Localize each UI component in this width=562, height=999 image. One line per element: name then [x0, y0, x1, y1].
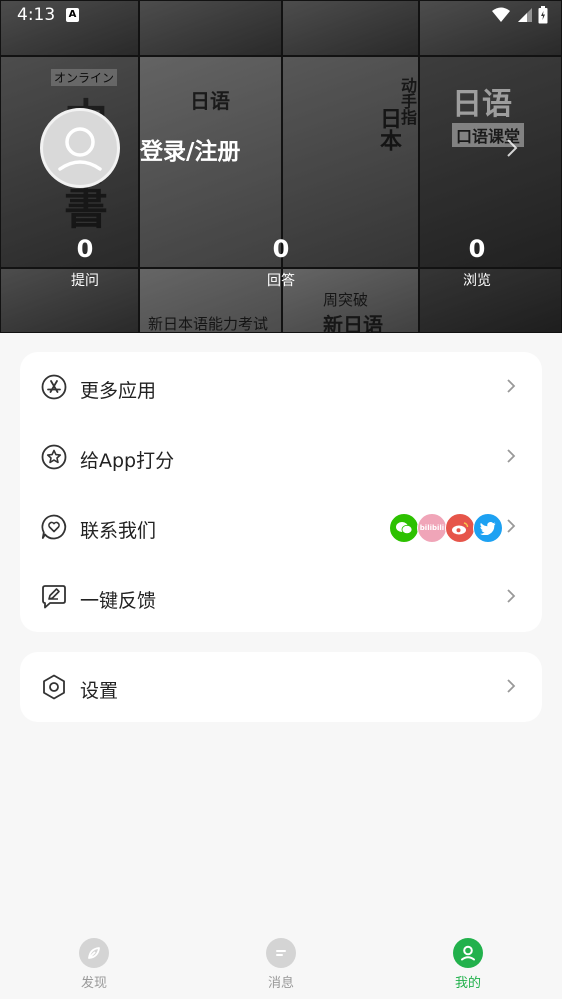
wechat-icon[interactable]	[389, 513, 419, 543]
app-store-icon	[41, 374, 67, 400]
user-icon	[453, 938, 483, 968]
stat-answers[interactable]: 0 回答	[241, 236, 321, 290]
bottom-navigation: 发现 消息 我的	[0, 928, 562, 999]
feedback-icon	[42, 585, 66, 609]
menu-item-label: 设置	[80, 680, 119, 702]
chevron-right-icon	[507, 589, 516, 603]
menu-item-label: 给App打分	[80, 450, 175, 472]
menu-item-more-apps[interactable]: 更多应用	[20, 352, 542, 422]
chevron-right-icon	[507, 379, 516, 393]
status-bar: 4:13 A	[0, 0, 562, 32]
chevron-right-icon[interactable]	[506, 138, 518, 158]
notification-a-icon: A	[66, 8, 79, 22]
hexagon-settings-icon	[43, 674, 65, 700]
battery-icon	[538, 6, 548, 24]
stat-questions[interactable]: 0 提问	[45, 236, 125, 290]
status-icons	[492, 6, 548, 24]
chevron-right-icon	[507, 679, 516, 693]
avatar[interactable]	[40, 108, 120, 188]
menu-item-settings[interactable]: 设置	[20, 652, 542, 722]
settings-card: 设置	[20, 652, 542, 722]
chevron-right-icon	[507, 519, 516, 533]
profile-header: オンライン 中日書 日语 日本 动手指 日语 口语课堂 新日本语能力考试 周突破…	[0, 0, 562, 333]
stat-questions-value: 0	[76, 235, 94, 263]
tab-messages-label: 消息	[267, 976, 294, 991]
stat-answers-value: 0	[272, 235, 290, 263]
tab-messages[interactable]: 消息	[241, 938, 321, 991]
tab-mine[interactable]: 我的	[428, 938, 508, 991]
menu-item-label: 更多应用	[80, 380, 157, 402]
twitter-icon[interactable]	[473, 513, 503, 543]
default-user-icon	[58, 127, 102, 171]
stat-views-label: 浏览	[463, 273, 491, 289]
chevron-right-icon	[507, 449, 516, 463]
tab-discover[interactable]: 发现	[54, 938, 134, 991]
menu-item-contact-us[interactable]: 联系我们 bilibili	[20, 492, 542, 562]
compass-leaf-icon	[79, 938, 109, 968]
stat-questions-label: 提问	[71, 273, 99, 289]
menu-item-rate-app[interactable]: 给App打分	[20, 422, 542, 492]
message-icon	[266, 938, 296, 968]
wifi-icon	[492, 7, 510, 22]
tab-discover-label: 发现	[80, 976, 107, 991]
menu-card: 更多应用 给App打分 联系我们 bilibili 一键反馈	[20, 352, 542, 632]
stat-views[interactable]: 0 浏览	[437, 236, 517, 290]
menu-item-label: 联系我们	[80, 520, 157, 542]
weibo-icon[interactable]	[445, 513, 475, 543]
menu-item-feedback[interactable]: 一键反馈	[20, 562, 542, 632]
bilibili-icon[interactable]: bilibili	[417, 513, 447, 543]
status-time: 4:13	[17, 5, 56, 25]
stat-answers-label: 回答	[267, 273, 295, 289]
menu-item-label: 一键反馈	[80, 590, 157, 612]
bilibili-text: bilibili	[419, 524, 445, 532]
login-register-link[interactable]: 登录/注册	[140, 132, 240, 166]
social-icons: bilibili	[389, 513, 503, 543]
heart-chat-icon	[41, 514, 67, 540]
signal-icon	[518, 8, 532, 22]
star-badge-icon	[41, 444, 67, 470]
stat-views-value: 0	[468, 235, 486, 263]
tab-mine-label: 我的	[454, 976, 481, 991]
